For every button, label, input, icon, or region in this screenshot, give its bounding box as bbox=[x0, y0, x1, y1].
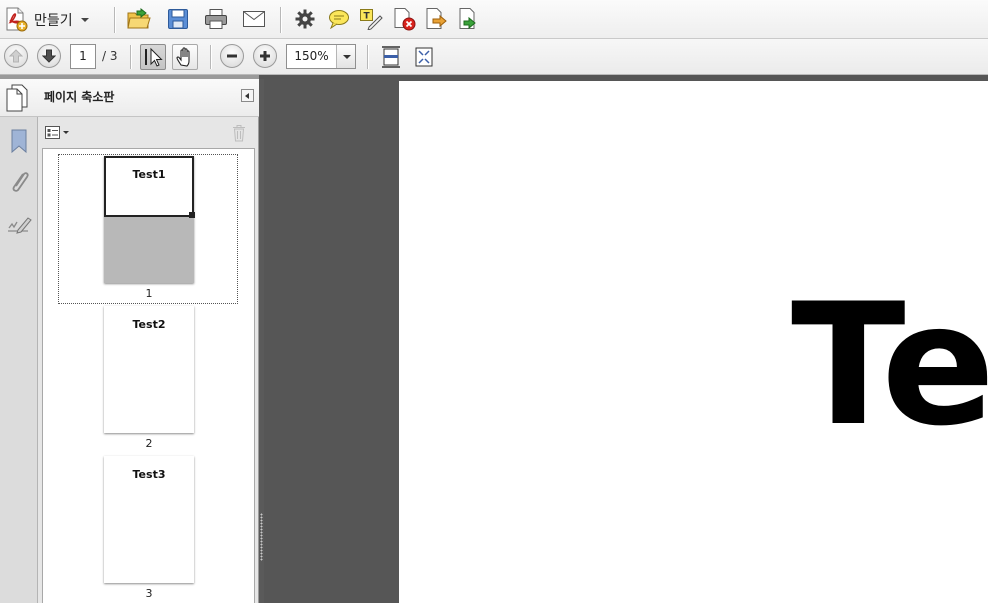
main-toolbar: 만들기 T bbox=[0, 0, 988, 39]
save-icon bbox=[167, 8, 189, 33]
open-button[interactable] bbox=[125, 6, 153, 34]
open-folder-icon bbox=[126, 7, 152, 34]
page-text: Te bbox=[791, 267, 988, 463]
zoom-select[interactable]: 150% bbox=[286, 44, 356, 69]
delete-page-icon bbox=[392, 7, 416, 34]
thumbnail-text: Test1 bbox=[132, 168, 166, 181]
create-button[interactable]: 만들기 bbox=[4, 5, 100, 35]
print-button[interactable] bbox=[202, 6, 230, 34]
panel-header: 페이지 축소판 bbox=[38, 79, 259, 117]
resize-handle[interactable] bbox=[189, 212, 195, 218]
options-menu-icon bbox=[45, 126, 69, 139]
thumbnail-text: Test2 bbox=[132, 318, 166, 331]
page-count: / 3 bbox=[102, 49, 118, 63]
settings-button[interactable] bbox=[291, 6, 319, 34]
page-number-input[interactable]: 1 bbox=[70, 44, 96, 69]
zoom-value: 150% bbox=[294, 49, 329, 63]
import-icon bbox=[457, 7, 481, 34]
minus-icon bbox=[227, 54, 237, 58]
splitter-grip[interactable] bbox=[260, 513, 263, 561]
previous-page-button[interactable] bbox=[4, 44, 28, 68]
export-button[interactable] bbox=[422, 6, 450, 34]
comment-button[interactable] bbox=[325, 6, 353, 34]
hand-tool-button[interactable] bbox=[172, 44, 198, 70]
bookmarks-tab[interactable] bbox=[3, 125, 35, 157]
bookmark-icon bbox=[11, 129, 27, 154]
chevron-down-icon[interactable] bbox=[336, 45, 355, 68]
zoom-in-button[interactable] bbox=[253, 44, 277, 68]
document-view[interactable]: Te bbox=[264, 79, 988, 603]
hand-icon bbox=[176, 47, 190, 67]
toolbar-separator bbox=[210, 45, 211, 69]
document-page: Te bbox=[399, 81, 988, 603]
select-cursor-icon bbox=[145, 47, 163, 67]
navigation-rail bbox=[0, 79, 38, 603]
toolbar-separator bbox=[367, 45, 368, 69]
fit-width-icon bbox=[382, 46, 400, 68]
page-thumbnail-3[interactable]: Test3 bbox=[104, 456, 194, 583]
panel-toolbar bbox=[38, 118, 259, 148]
zoom-out-button[interactable] bbox=[220, 44, 244, 68]
trash-icon bbox=[233, 125, 245, 142]
thumbnail-offscreen-area bbox=[104, 217, 194, 283]
visible-area-frame[interactable] bbox=[104, 156, 194, 217]
select-tool-button[interactable] bbox=[140, 44, 166, 70]
print-icon bbox=[204, 8, 228, 33]
fit-width-button[interactable] bbox=[378, 44, 404, 70]
settings-icon bbox=[295, 9, 315, 32]
fit-page-icon bbox=[415, 47, 433, 67]
toolbar-separator bbox=[280, 7, 281, 33]
chevron-down-icon bbox=[80, 18, 89, 22]
save-button[interactable] bbox=[164, 6, 192, 34]
thumbnail-text: Test3 bbox=[132, 468, 166, 481]
svg-text:T: T bbox=[364, 11, 371, 21]
thumbnails-list: Test1 1 Test2 2 Test3 3 bbox=[42, 148, 255, 603]
next-page-button[interactable] bbox=[37, 44, 61, 68]
arrow-down-icon bbox=[42, 49, 56, 63]
page-thumbnail-2[interactable]: Test2 bbox=[104, 306, 194, 433]
page-thumbnails-panel: 페이지 축소판 Test1 1 Test2 2 Test3 3 bbox=[38, 79, 259, 603]
arrow-up-icon bbox=[9, 49, 23, 63]
page-thumbnails-tab[interactable] bbox=[0, 79, 38, 117]
fit-page-button[interactable] bbox=[411, 44, 437, 70]
pages-icon bbox=[6, 84, 28, 112]
toolbar-separator bbox=[130, 45, 131, 69]
import-button[interactable] bbox=[455, 6, 483, 34]
pdf-create-icon bbox=[4, 6, 28, 35]
highlight-icon: T bbox=[359, 8, 383, 33]
export-icon bbox=[424, 7, 448, 34]
email-icon bbox=[242, 10, 266, 31]
thumbnail-page-number: 2 bbox=[145, 437, 153, 450]
options-button[interactable] bbox=[43, 124, 71, 142]
delete-pages-button[interactable] bbox=[230, 123, 248, 143]
delete-page-button[interactable] bbox=[390, 6, 418, 34]
email-button[interactable] bbox=[240, 6, 268, 34]
page-thumbnail-1[interactable]: Test1 bbox=[104, 156, 195, 283]
toolbar-separator bbox=[114, 7, 115, 33]
thumbnail-page-number: 3 bbox=[145, 587, 153, 600]
create-label: 만들기 bbox=[34, 13, 73, 29]
thumbnail-page-number: 1 bbox=[145, 287, 153, 300]
signature-pen-icon bbox=[8, 217, 32, 234]
plus-icon bbox=[260, 51, 270, 61]
comment-icon bbox=[328, 9, 350, 32]
panel-title: 페이지 축소판 bbox=[44, 90, 115, 104]
signatures-tab[interactable] bbox=[3, 209, 35, 241]
highlight-button[interactable]: T bbox=[357, 6, 385, 34]
collapse-panel-button[interactable] bbox=[241, 89, 254, 102]
paperclip-icon bbox=[12, 172, 29, 192]
attachments-tab[interactable] bbox=[3, 167, 35, 199]
